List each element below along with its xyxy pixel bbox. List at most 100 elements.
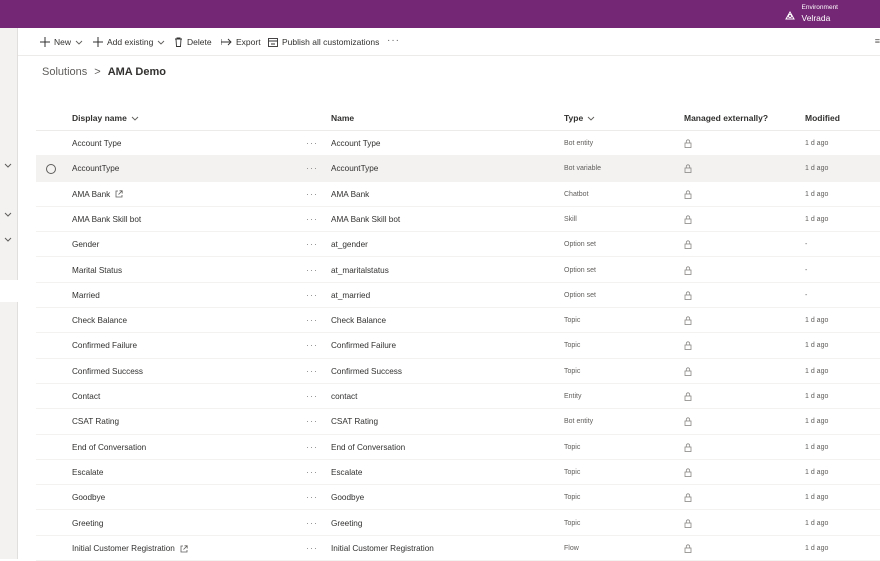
column-header-modified[interactable]: Modified: [805, 105, 840, 131]
cell-display-name-text[interactable]: Contact: [72, 392, 100, 401]
cell-display-name[interactable]: AMA Bank Skill bot: [72, 207, 141, 232]
cell-type: Option set: [564, 291, 596, 299]
row-more-actions[interactable]: ···: [306, 511, 318, 536]
table-row[interactable]: Check Balance ··· Check Balance Topic 1 d ag…: [36, 308, 880, 334]
cell-display-name-text[interactable]: AMA Bank Skill bot: [72, 215, 141, 224]
cell-display-name[interactable]: CSAT Rating: [72, 409, 119, 434]
cell-display-name-text[interactable]: Gender: [72, 240, 99, 249]
chevron-down-icon[interactable]: [2, 159, 14, 171]
cell-display-name-text[interactable]: End of Conversation: [72, 443, 146, 452]
new-button[interactable]: New: [40, 28, 83, 56]
left-nav-selected-item[interactable]: [0, 280, 18, 302]
table-row[interactable]: Escalate ··· Escalate Topic 1 d ago: [36, 460, 880, 486]
cell-display-name[interactable]: Contact: [72, 384, 100, 409]
cell-display-name[interactable]: Confirmed Success: [72, 359, 143, 384]
table-row[interactable]: Married ··· at_married Option set -: [36, 283, 880, 309]
cell-display-name[interactable]: Married: [72, 283, 100, 308]
cell-type: Topic: [564, 342, 581, 350]
cell-display-name-text[interactable]: Account Type: [72, 139, 121, 148]
more-commands-button[interactable]: ···: [387, 28, 400, 56]
cell-display-name-text[interactable]: Confirmed Failure: [72, 341, 137, 350]
breadcrumb-solutions[interactable]: Solutions: [42, 66, 87, 78]
row-more-actions[interactable]: ···: [306, 283, 318, 308]
row-more-actions[interactable]: ···: [306, 460, 318, 485]
cell-display-name-text[interactable]: Check Balance: [72, 316, 127, 325]
cell-display-name[interactable]: Greeting: [72, 511, 103, 536]
row-more-actions[interactable]: ···: [306, 308, 318, 333]
cell-display-name-text[interactable]: Goodbye: [72, 493, 105, 502]
column-header-display-name[interactable]: Display name: [72, 105, 139, 131]
cell-display-name-text[interactable]: AMA Bank: [72, 190, 110, 199]
add-existing-button[interactable]: Add existing: [93, 28, 165, 56]
row-more-actions[interactable]: ···: [306, 207, 318, 232]
cell-type: Topic: [564, 494, 581, 502]
table-row[interactable]: AMA Bank ··· AMA Bank Chatbot 1 d ago: [36, 182, 880, 207]
cell-modified: 1 d ago: [805, 317, 829, 325]
chevron-down-icon[interactable]: [2, 208, 14, 220]
column-header-managed-externally[interactable]: Managed externally?: [684, 105, 768, 131]
row-more-actions[interactable]: ···: [306, 258, 318, 283]
table-row[interactable]: Goodbye ··· Goodbye Topic 1 d ago: [36, 485, 880, 511]
environment-label: Environment: [801, 4, 839, 11]
table-row[interactable]: Contact ··· contact Entity 1 d ago: [36, 384, 880, 410]
cell-display-name[interactable]: Escalate: [72, 460, 103, 485]
cell-display-name[interactable]: AccountType: [72, 156, 119, 181]
cell-display-name[interactable]: Gender: [72, 232, 99, 257]
cell-display-name-text[interactable]: Greeting: [72, 519, 103, 528]
cell-display-name-text[interactable]: Confirmed Success: [72, 367, 143, 376]
cell-display-name-text[interactable]: Escalate: [72, 468, 103, 477]
plus-icon: [40, 37, 50, 47]
cell-display-name-text[interactable]: Initial Customer Registration: [72, 544, 175, 553]
cell-modified: -: [805, 241, 808, 249]
cell-modified: 1 d ago: [805, 215, 829, 223]
export-button[interactable]: Export: [221, 28, 261, 56]
cell-display-name[interactable]: Confirmed Failure: [72, 333, 137, 358]
cell-display-name[interactable]: Check Balance: [72, 308, 127, 333]
view-options-button[interactable]: ≡: [875, 28, 880, 56]
publish-all-button[interactable]: Publish all customizations: [268, 28, 379, 56]
table-row[interactable]: CSAT Rating ··· CSAT Rating Bot entity 1 d a…: [36, 409, 880, 435]
table-row[interactable]: AccountType ··· AccountType Bot variable 1 d…: [36, 156, 880, 182]
cell-display-name[interactable]: Account Type: [72, 131, 121, 156]
cell-display-name[interactable]: Initial Customer Registration: [72, 536, 188, 561]
table-row[interactable]: Marital Status ··· at_maritalstatus Option …: [36, 258, 880, 283]
table-row[interactable]: AMA Bank Skill bot ··· AMA Bank Skill bot S…: [36, 207, 880, 233]
cell-display-name[interactable]: AMA Bank: [72, 182, 123, 207]
cell-display-name-text[interactable]: CSAT Rating: [72, 417, 119, 426]
row-more-actions[interactable]: ···: [306, 409, 318, 434]
row-more-actions[interactable]: ···: [306, 156, 318, 181]
table-row[interactable]: Greeting ··· Greeting Topic 1 d ago: [36, 511, 880, 536]
row-more-actions[interactable]: ···: [306, 359, 318, 384]
column-header-type[interactable]: Type: [564, 105, 595, 131]
cell-display-name[interactable]: End of Conversation: [72, 435, 146, 460]
column-header-name[interactable]: Name: [331, 105, 354, 131]
external-link-icon[interactable]: [115, 190, 123, 198]
row-more-actions[interactable]: ···: [306, 333, 318, 358]
cell-display-name-text[interactable]: Married: [72, 291, 100, 300]
row-more-actions[interactable]: ···: [306, 485, 318, 510]
delete-button[interactable]: Delete: [174, 28, 212, 56]
row-more-actions[interactable]: ···: [306, 232, 318, 257]
row-more-actions[interactable]: ···: [306, 536, 318, 561]
lock-icon: [684, 493, 692, 503]
table-row[interactable]: Confirmed Failure ··· Confirmed Failure Top…: [36, 333, 880, 359]
row-more-actions[interactable]: ···: [306, 131, 318, 156]
table-row[interactable]: Account Type ··· Account Type Bot entity 1 d…: [36, 131, 880, 157]
column-header-name-label: Name: [331, 113, 355, 123]
row-more-actions[interactable]: ···: [306, 435, 318, 460]
row-more-actions[interactable]: ···: [306, 182, 318, 207]
cell-display-name[interactable]: Goodbye: [72, 485, 105, 510]
cell-display-name[interactable]: Marital Status: [72, 258, 122, 283]
cell-display-name-text[interactable]: AccountType: [72, 164, 119, 173]
table-row[interactable]: Gender ··· at_gender Option set -: [36, 232, 880, 258]
table-row[interactable]: Confirmed Success ··· Confirmed Success Top…: [36, 359, 880, 384]
row-select-radio[interactable]: [46, 164, 56, 175]
table-row[interactable]: Initial Customer Registration ··· Initial …: [36, 536, 880, 561]
external-link-icon[interactable]: [180, 545, 188, 553]
table-row[interactable]: End of Conversation ··· End of Conversatio…: [36, 435, 880, 460]
chevron-down-icon[interactable]: [2, 233, 14, 245]
cell-display-name-text[interactable]: Marital Status: [72, 266, 122, 275]
row-more-actions[interactable]: ···: [306, 384, 318, 409]
cell-type: Bot entity: [564, 418, 594, 426]
environment-picker[interactable]: Environment Velrada: [784, 3, 839, 24]
